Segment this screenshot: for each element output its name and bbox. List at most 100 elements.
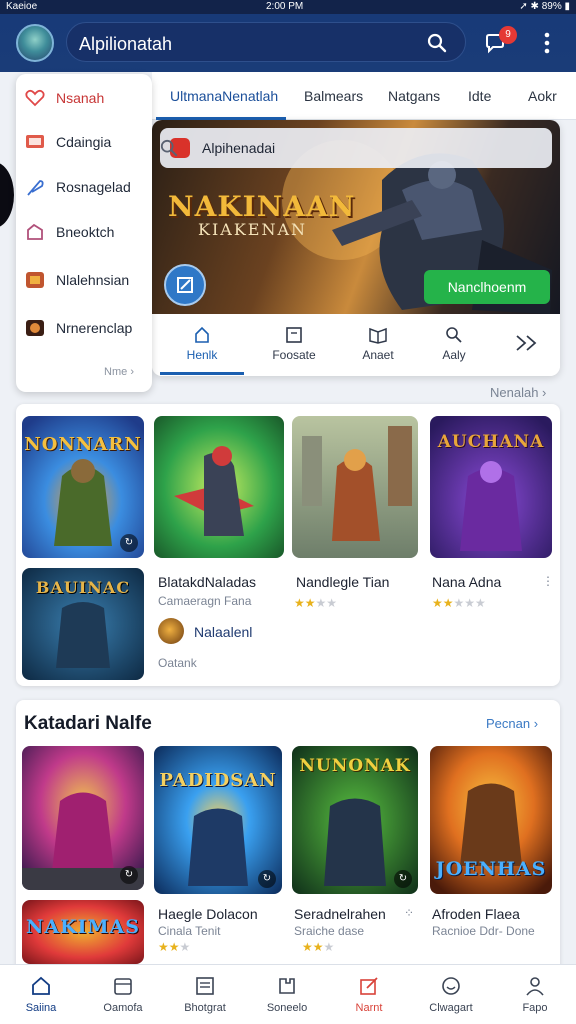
bottom-nav-label: Soneelo: [266, 1002, 308, 1014]
bottom-nav-label: Saiina: [25, 1002, 57, 1014]
tab-3[interactable]: Idte: [468, 88, 491, 104]
notification-badge: 9: [499, 26, 517, 44]
book-icon: [369, 327, 387, 344]
side-menu-item-0[interactable]: Nsanah: [16, 78, 152, 118]
game-name[interactable]: Nana Adna: [432, 574, 501, 590]
hero-nav-item-1[interactable]: Foosate: [254, 314, 334, 376]
game-name[interactable]: Nandlegle Tian: [296, 574, 389, 590]
hero-nav-item-3[interactable]: Aaly: [414, 314, 494, 376]
game-cover-0[interactable]: NONNARN ↻: [22, 416, 144, 558]
side-menu-more[interactable]: Nme ›: [104, 366, 134, 378]
side-menu-item-4[interactable]: Nlalehnsian: [16, 260, 152, 300]
hero-nav-item-2[interactable]: Anaet: [338, 314, 418, 376]
game-name[interactable]: Afroden Flaea: [432, 906, 520, 922]
avatar[interactable]: [16, 24, 54, 62]
hero-nav-label: Henlk: [186, 348, 218, 362]
puzzle-icon: [279, 978, 295, 994]
bottom-nav-item-2[interactable]: Bhotgrat: [164, 965, 246, 1024]
edit-icon: [360, 977, 378, 995]
game-subtitle: Racnioe Ddr- Done: [432, 924, 535, 938]
see-all-label: Pecnan: [486, 716, 531, 731]
game-cover-7[interactable]: NUNONAK ↻: [292, 746, 418, 894]
game-cover-title: AUCHANA: [437, 432, 545, 452]
game-cover-1[interactable]: [154, 416, 284, 558]
game-cover-title: NUNONAK: [299, 756, 411, 776]
game-cover-3[interactable]: AUCHANA: [430, 416, 552, 558]
more-options-icon[interactable]: ⋮: [542, 574, 554, 588]
game-name[interactable]: Seradnelrahen: [294, 906, 386, 922]
side-menu-item-3[interactable]: Bneoktch: [16, 212, 152, 252]
developer-name[interactable]: Nalaalenl: [194, 624, 252, 640]
game-cover-8[interactable]: JOENHAS: [430, 746, 552, 894]
person-icon: [526, 977, 544, 996]
more-vertical-icon[interactable]: [540, 30, 554, 56]
bottom-nav-item-4[interactable]: Narnt: [328, 965, 410, 1024]
section-title: Katadari Nalfe: [24, 713, 152, 734]
search-icon[interactable]: [160, 139, 178, 157]
game-cover-4[interactable]: BAUINAC: [22, 568, 144, 680]
game-subtitle: Camaeragn Fana: [158, 594, 252, 608]
bottom-nav-item-0[interactable]: Saiina: [0, 965, 82, 1024]
bottom-nav-label: Clwagart: [429, 1002, 473, 1014]
hero-nav-indicator: [160, 372, 244, 375]
game-name[interactable]: Haegle Dolacon: [158, 906, 258, 922]
app-bar: Alpilionatah 9: [0, 14, 576, 72]
smile-icon: [442, 977, 460, 995]
tab-0[interactable]: UltmanaNenatlah: [170, 88, 278, 104]
side-menu-item-2[interactable]: Rosnagelad: [16, 167, 152, 207]
game-name[interactable]: BlatakdNaladas: [158, 574, 256, 590]
search-text: Alpilionatah: [79, 34, 173, 54]
game-cover-6[interactable]: PADIDSAN ↻: [154, 746, 282, 894]
more-options-icon[interactable]: ⁘: [404, 906, 414, 920]
rating-stars: ★★★★★: [432, 596, 486, 610]
see-all-label: Nenalah: [490, 385, 539, 400]
cover-badge: ↻: [258, 870, 276, 888]
tab-2[interactable]: Natgans: [388, 88, 440, 104]
search-bar[interactable]: Alpilionatah: [66, 22, 466, 62]
bottom-nav-label: Bhotgrat: [184, 1002, 226, 1014]
search-icon[interactable]: [427, 33, 447, 53]
game-cover-art: [292, 416, 418, 558]
battery-percent: 89%: [541, 1, 562, 12]
hero-nav-item-4[interactable]: [488, 314, 560, 376]
hero-subtitle: KIAKENAN: [198, 220, 308, 239]
cover-badge: ↻: [120, 866, 138, 884]
game-subtitle: Cinala Tenit: [158, 924, 221, 938]
side-menu-label: Rosnagelad: [56, 179, 131, 195]
side-menu-item-1[interactable]: Cdaingia: [16, 122, 152, 162]
tab-1[interactable]: Balmears: [304, 88, 363, 104]
external-link-icon: [177, 277, 193, 293]
bottom-nav-item-3[interactable]: Soneelo: [246, 965, 328, 1024]
hero-cta-button[interactable]: Nanclhoenm: [424, 270, 550, 304]
hero-nav-label: Anaet: [362, 348, 394, 362]
carrier-label: Kaeioe: [6, 1, 38, 12]
home-icon: [195, 326, 209, 343]
game-cover-9[interactable]: NAKIMAS: [22, 900, 144, 964]
game-cover-2[interactable]: [292, 416, 418, 558]
bottom-nav-item-6[interactable]: Fapo: [494, 965, 576, 1024]
hero-nav-item-0[interactable]: Henlk: [162, 314, 242, 376]
tv-icon: [26, 135, 44, 148]
hero-search-bar[interactable]: Alpihenadai: [160, 128, 552, 168]
rating-stars: ★★★★: [294, 596, 338, 610]
hero-artwork[interactable]: Alpihenadai NAKINAAN KIAKENAN Nanclhoenm: [152, 120, 560, 314]
side-menu-label: Bneoktch: [56, 224, 115, 240]
category-tabs: UltmanaNenatlah Balmears Natgans Idte Ao…: [152, 72, 576, 120]
see-all-link[interactable]: Nenalah ›: [490, 385, 546, 400]
heart-icon: [25, 89, 45, 107]
game-cover-5[interactable]: ↻: [22, 746, 144, 890]
tab-4[interactable]: Aokr: [528, 88, 557, 104]
game-cover-title: NONNARN: [24, 434, 142, 455]
hero-nav-label: Foosate: [272, 348, 316, 362]
hero-share-button[interactable]: [164, 264, 206, 306]
rating-stars: ★★★: [302, 940, 335, 954]
hero-search-text: Alpihenadai: [202, 140, 276, 156]
side-menu-item-5[interactable]: Nrnerenclap: [16, 308, 152, 348]
bottom-nav-item-5[interactable]: Clwagart: [410, 965, 492, 1024]
developer-avatar: [158, 618, 184, 644]
bottom-nav-item-1[interactable]: Oamofa: [82, 965, 164, 1024]
side-menu-label: Nrnerenclap: [56, 320, 133, 336]
battery-label: ➚ ✱ 89% ▮: [519, 1, 570, 12]
square-icon: [286, 327, 302, 343]
see-all-link[interactable]: Pecnan ›: [486, 716, 538, 731]
